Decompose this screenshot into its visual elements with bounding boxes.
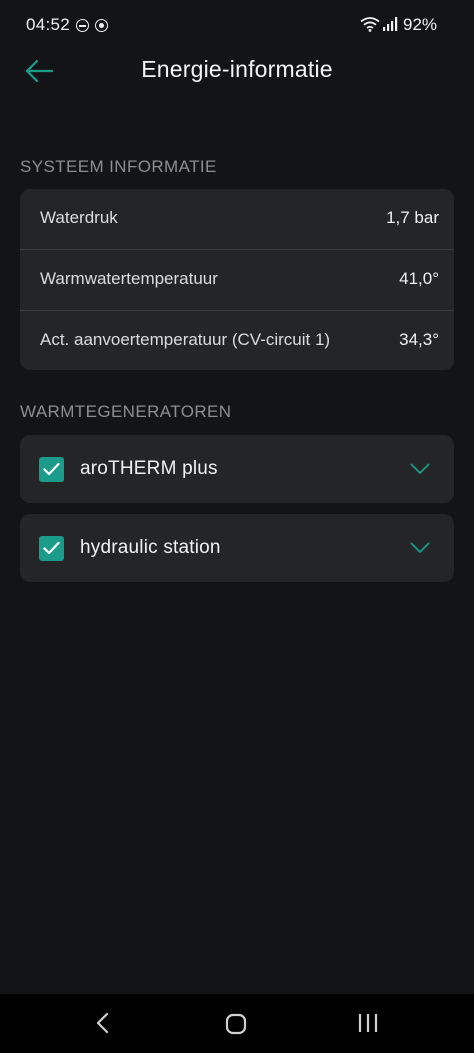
heat-generator-label: aroTHERM plus xyxy=(80,458,218,479)
system-navigation-bar xyxy=(0,994,474,1053)
page-title: Energie-informatie xyxy=(141,56,333,82)
info-label: Waterdruk xyxy=(40,208,118,227)
info-label: Act. aanvoertemperatuur (CV-circuit 1) xyxy=(40,330,331,349)
battery-percentage: 92% xyxy=(403,15,438,34)
heat-generator-item[interactable]: hydraulic station xyxy=(20,514,454,582)
section-title-heat-generators: WARMTEGENERATOREN xyxy=(20,402,232,421)
info-value: 34,3° xyxy=(399,330,439,349)
chevron-down-icon[interactable] xyxy=(410,462,430,480)
do-not-disturb-icon xyxy=(76,19,89,32)
chevron-down-icon[interactable] xyxy=(410,541,430,559)
app-header: Energie-informatie xyxy=(0,52,474,116)
section-title-system-info: SYSTEEM INFORMATIE xyxy=(20,157,217,176)
wifi-icon xyxy=(360,16,380,37)
info-row-flow-temperature: Act. aanvoertemperatuur (CV-circuit 1) 3… xyxy=(20,311,454,370)
info-label: Warmwatertemperatuur xyxy=(40,269,218,288)
nav-recents-icon[interactable] xyxy=(357,1013,379,1038)
checkbox-checked-icon[interactable] xyxy=(39,457,64,482)
heat-generator-label: hydraulic station xyxy=(80,537,221,558)
checkbox-checked-icon[interactable] xyxy=(39,536,64,561)
system-info-card: Waterdruk 1,7 bar Warmwatertemperatuur 4… xyxy=(20,189,454,370)
sync-icon xyxy=(95,19,108,32)
info-value: 1,7 bar xyxy=(386,208,439,227)
heat-generator-item[interactable]: aroTHERM plus xyxy=(20,435,454,503)
info-row-water-pressure: Waterdruk 1,7 bar xyxy=(20,189,454,250)
info-value: 41,0° xyxy=(399,269,439,288)
status-time: 04:52 xyxy=(26,15,71,34)
signal-icon xyxy=(383,17,398,37)
status-bar: 04:52 92% xyxy=(0,0,474,52)
nav-home-icon[interactable] xyxy=(225,1013,247,1040)
nav-back-icon[interactable] xyxy=(95,1012,111,1039)
info-row-hot-water-temperature: Warmwatertemperatuur 41,0° xyxy=(20,250,454,311)
